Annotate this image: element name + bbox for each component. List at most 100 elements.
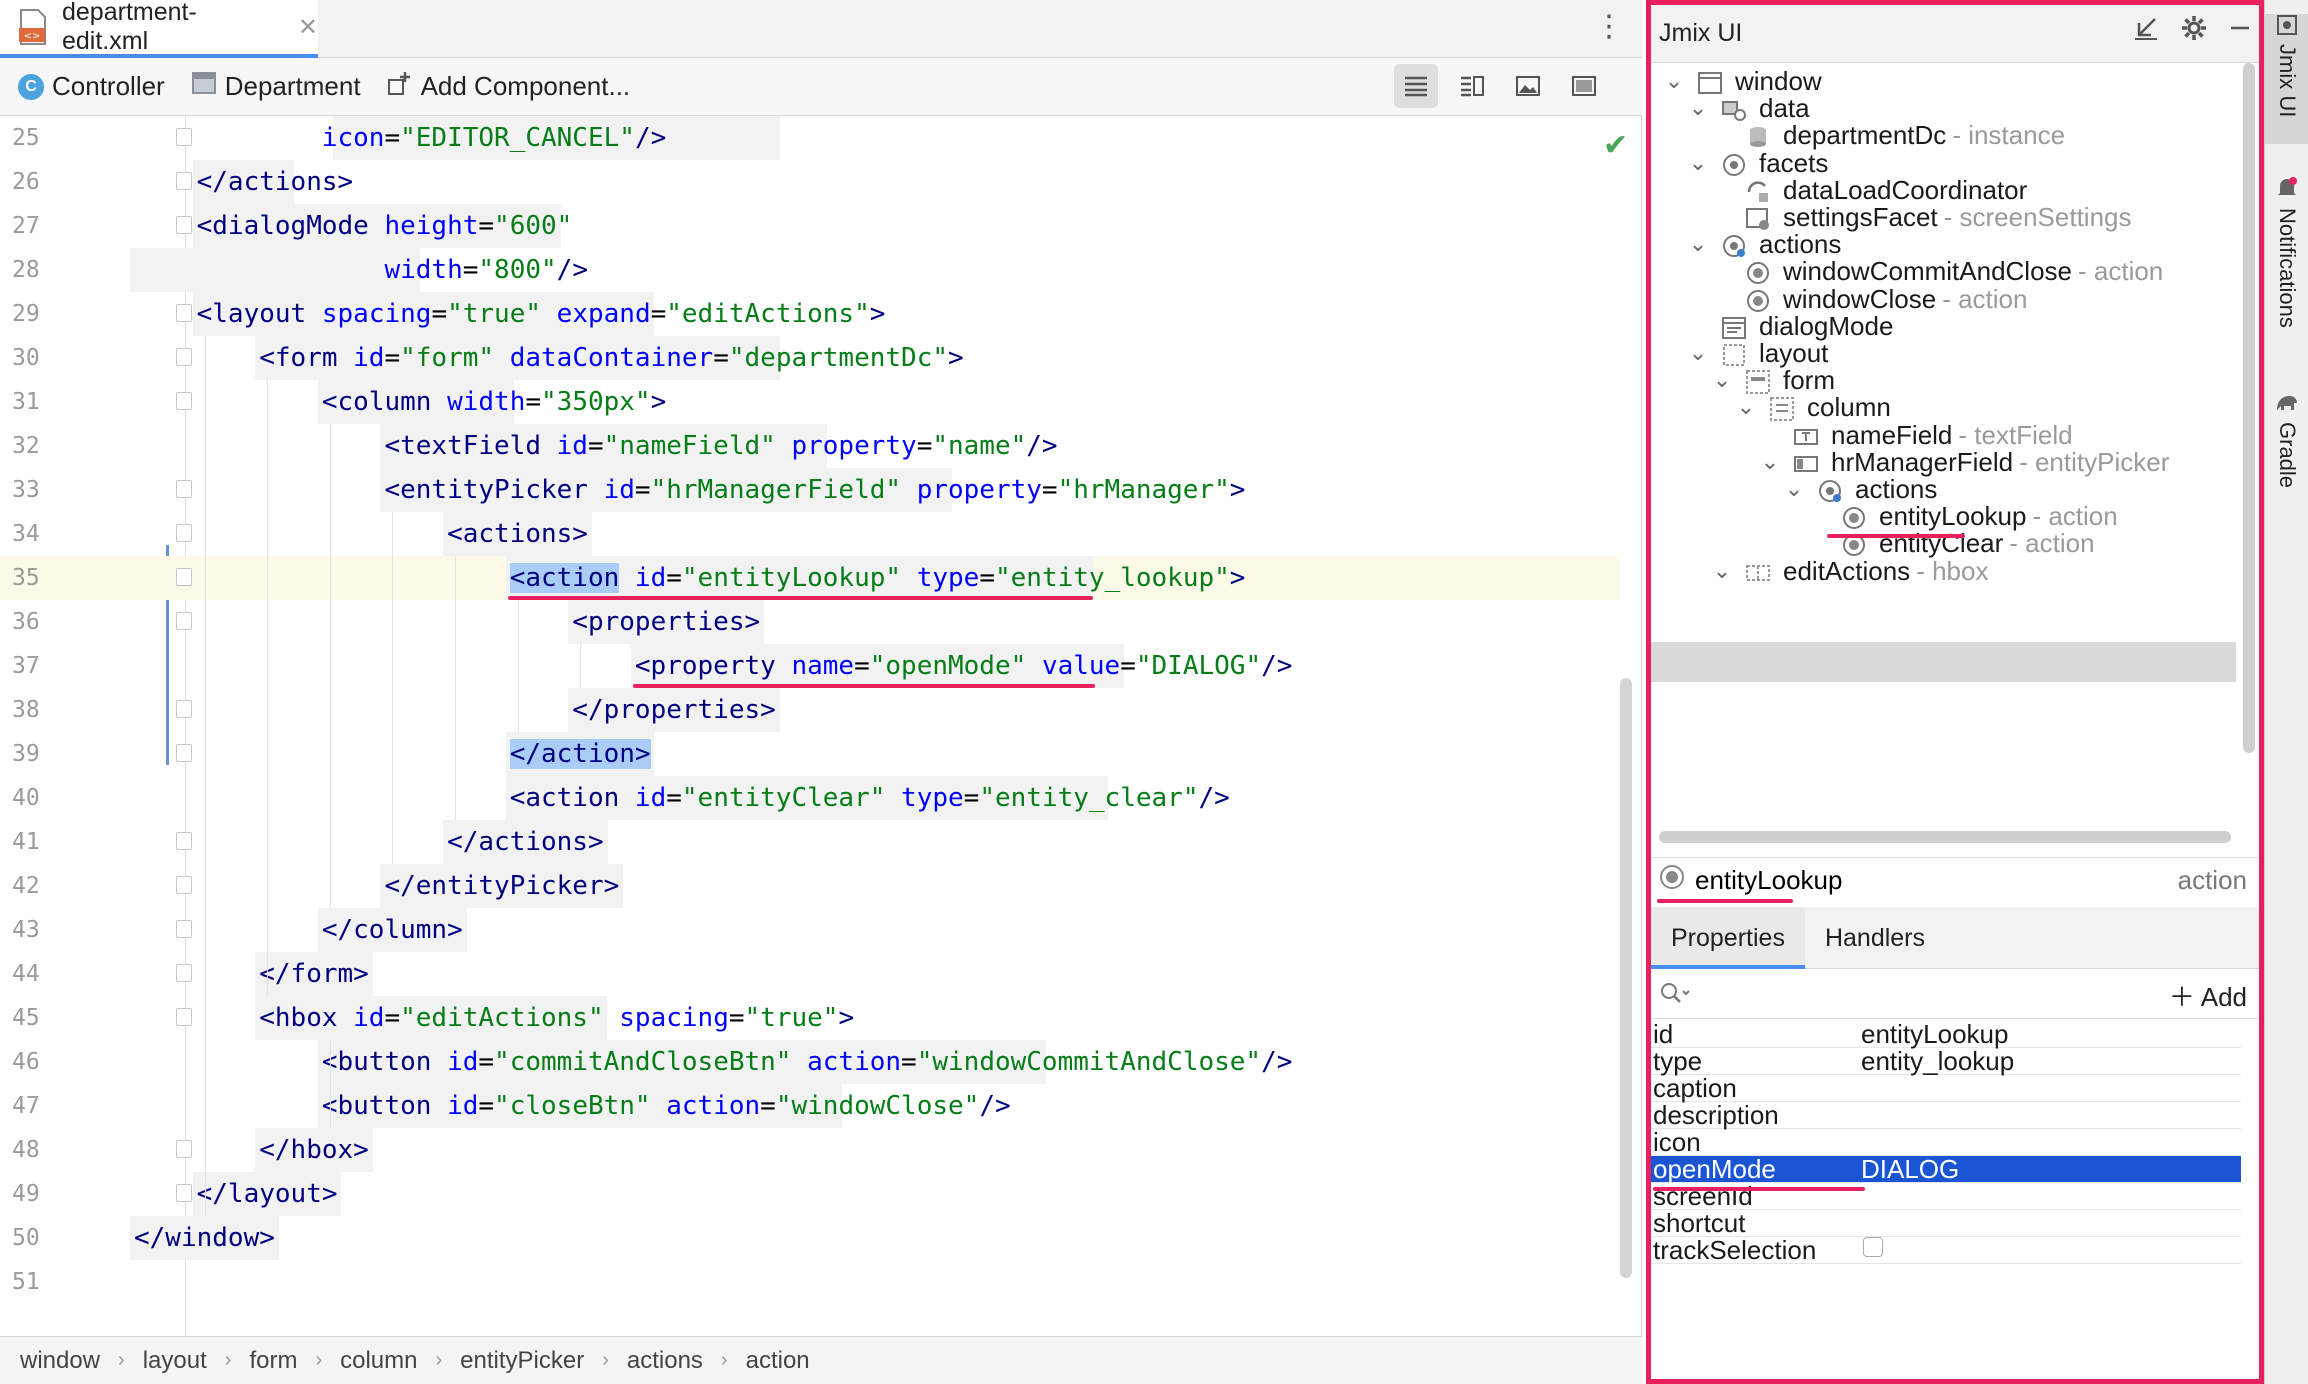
- line-number: 44: [12, 961, 40, 987]
- design-view-icon[interactable]: [1562, 64, 1606, 108]
- breadcrumb-item[interactable]: layout: [143, 1347, 207, 1375]
- code-line[interactable]: 32 <textField id="nameField" property="n…: [0, 424, 1620, 468]
- code-line[interactable]: 33 <entityPicker id="hrManagerField" pro…: [0, 468, 1620, 512]
- xml-file-icon: <>: [18, 9, 48, 45]
- code-line-text: </form>: [259, 959, 369, 989]
- preview-view-icon[interactable]: [1506, 64, 1550, 108]
- line-number: 49: [12, 1181, 40, 1207]
- chevron-down-icon[interactable]: ⌄: [1711, 551, 1733, 591]
- property-row[interactable]: shortcut: [1651, 1210, 2241, 1237]
- text-view-icon[interactable]: [1394, 64, 1438, 108]
- chevron-down-icon[interactable]: ⌄: [1735, 387, 1757, 427]
- chevron-down-icon[interactable]: ⌄: [1687, 143, 1709, 183]
- breadcrumb-item[interactable]: form: [249, 1347, 297, 1375]
- code-line[interactable]: 27 <dialogMode height="600": [0, 204, 1620, 248]
- jmix-panel-header: Jmix UI: [1651, 5, 2259, 63]
- selected-name-underline: [1657, 899, 1793, 903]
- property-value[interactable]: entity_lookup: [1861, 1048, 2014, 1075]
- chevron-down-icon[interactable]: ⌄: [1663, 63, 1685, 101]
- tree-node[interactable]: ⌄ editActions - hbox: [1711, 551, 1989, 591]
- code-line[interactable]: 37 <property name="openMode" value="DIAL…: [0, 644, 1620, 688]
- add-property-label: Add: [2200, 982, 2247, 1012]
- tree-horizontal-scrollbar[interactable]: [1659, 831, 2231, 843]
- code-line[interactable]: 50 </window>: [0, 1216, 1620, 1260]
- editor-tab-bar: <> department-edit.xml ✕ ⋮: [0, 0, 1642, 58]
- code-line[interactable]: 48 </hbox>: [0, 1128, 1620, 1172]
- code-line[interactable]: 42 </entityPicker>: [0, 864, 1620, 908]
- code-line[interactable]: 46 <button id="commitAndCloseBtn" action…: [0, 1040, 1620, 1084]
- department-button[interactable]: Department: [191, 70, 361, 103]
- tree-vertical-scrollbar[interactable]: [2243, 63, 2255, 753]
- code-line[interactable]: 44 </form>: [0, 952, 1620, 996]
- code-line[interactable]: 28 width="800"/>: [0, 248, 1620, 292]
- property-value[interactable]: DIALOG: [1861, 1156, 1959, 1183]
- chevron-down-icon[interactable]: ⌄: [1783, 469, 1805, 509]
- property-search-input[interactable]: [1655, 972, 2135, 1015]
- code-line-text: </layout>: [196, 1179, 338, 1209]
- file-tab[interactable]: <> department-edit.xml ✕: [0, 0, 318, 58]
- track-selection-checkbox[interactable]: [1863, 1237, 1883, 1257]
- code-line[interactable]: 41 </actions>: [0, 820, 1620, 864]
- code-line[interactable]: 25 icon="EDITOR_CANCEL"/>: [0, 116, 1620, 160]
- code-line[interactable]: 31 <column width="350px">: [0, 380, 1620, 424]
- breadcrumb-separator: ›: [435, 1349, 443, 1371]
- tab-notifications[interactable]: Notifications: [2265, 176, 2308, 366]
- chevron-down-icon[interactable]: ⌄: [1687, 333, 1709, 373]
- collapse-arrow-icon[interactable]: [2133, 15, 2159, 48]
- more-options-icon[interactable]: ⋮: [1594, 12, 1624, 42]
- code-line-text: </column>: [321, 915, 463, 945]
- code-line[interactable]: 43 </column>: [0, 908, 1620, 952]
- code-line[interactable]: 36 <properties>: [0, 600, 1620, 644]
- breadcrumb-separator: ›: [602, 1349, 609, 1371]
- property-row[interactable]: caption: [1651, 1075, 2241, 1102]
- tab-jmix-ui[interactable]: Jmix UI: [2265, 14, 2308, 144]
- code-line-text: <form id="form" dataContainer="departmen…: [259, 343, 964, 373]
- view-mode-buttons: [1394, 64, 1606, 108]
- component-tree[interactable]: ⌄window⌄data⌄departmentDc- instance⌄face…: [1651, 63, 2236, 843]
- property-row[interactable]: description: [1651, 1102, 2241, 1129]
- breadcrumb-item[interactable]: entityPicker: [460, 1347, 584, 1375]
- property-row[interactable]: openMode DIALOG: [1651, 1156, 2241, 1183]
- chevron-down-icon[interactable]: ⌄: [1687, 88, 1709, 128]
- add-component-button[interactable]: Add Component...: [387, 70, 630, 103]
- breadcrumb-item[interactable]: action: [746, 1347, 810, 1375]
- code-line[interactable]: 29 <layout spacing="true" expand="editAc…: [0, 292, 1620, 336]
- tab-properties[interactable]: Properties: [1651, 907, 1805, 969]
- tab-gradle[interactable]: Gradle: [2265, 392, 2308, 522]
- gear-icon[interactable]: [2181, 15, 2207, 48]
- breadcrumb-item[interactable]: window: [20, 1347, 100, 1375]
- property-value[interactable]: entityLookup: [1861, 1021, 2008, 1048]
- code-line[interactable]: 39 </action>: [0, 732, 1620, 776]
- code-line[interactable]: 26 </actions>: [0, 160, 1620, 204]
- breadcrumb-item[interactable]: actions: [627, 1347, 703, 1375]
- code-area[interactable]: 25 icon="EDITOR_CANCEL"/> 26 </actions> 27…: [0, 116, 1620, 1336]
- code-line[interactable]: 30 <form id="form" dataContainer="depart…: [0, 336, 1620, 380]
- code-line[interactable]: 47 <button id="closeBtn" action="windowC…: [0, 1084, 1620, 1128]
- controller-button[interactable]: C Controller: [18, 71, 165, 102]
- chevron-down-icon[interactable]: ⌄: [1759, 442, 1781, 482]
- property-row[interactable]: icon: [1651, 1129, 2241, 1156]
- tab-handlers[interactable]: Handlers: [1805, 907, 1945, 969]
- controller-label: Controller: [52, 71, 165, 101]
- code-line[interactable]: 51: [0, 1260, 1620, 1304]
- property-row[interactable]: trackSelection: [1651, 1237, 2241, 1264]
- editor-scrollbar[interactable]: [1620, 678, 1632, 1278]
- code-line[interactable]: 34 <actions>: [0, 512, 1620, 556]
- code-line[interactable]: 38 </properties>: [0, 688, 1620, 732]
- tab-gradle-label: Gradle: [2275, 422, 2300, 489]
- property-name: icon: [1653, 1127, 1701, 1157]
- close-tab-icon[interactable]: ✕: [298, 13, 318, 42]
- minimize-icon[interactable]: [2229, 15, 2251, 48]
- code-line[interactable]: 49 </layout>: [0, 1172, 1620, 1216]
- chevron-down-icon[interactable]: ⌄: [1687, 224, 1709, 264]
- add-property-button[interactable]: ＋ Add: [2169, 977, 2247, 1014]
- chevron-down-icon[interactable]: ⌄: [1711, 360, 1733, 400]
- line-number: 32: [12, 433, 40, 459]
- property-row[interactable]: id entityLookup: [1651, 1021, 2241, 1048]
- code-line[interactable]: 45 <hbox id="editActions" spacing="true"…: [0, 996, 1620, 1040]
- property-row[interactable]: type entity_lookup: [1651, 1048, 2241, 1075]
- code-line[interactable]: 40 <action id="entityClear" type="entity…: [0, 776, 1620, 820]
- breadcrumb-item[interactable]: column: [340, 1347, 417, 1375]
- split-view-icon[interactable]: [1450, 64, 1494, 108]
- code-line[interactable]: 35 <action id="entityLookup" type="entit…: [0, 556, 1620, 600]
